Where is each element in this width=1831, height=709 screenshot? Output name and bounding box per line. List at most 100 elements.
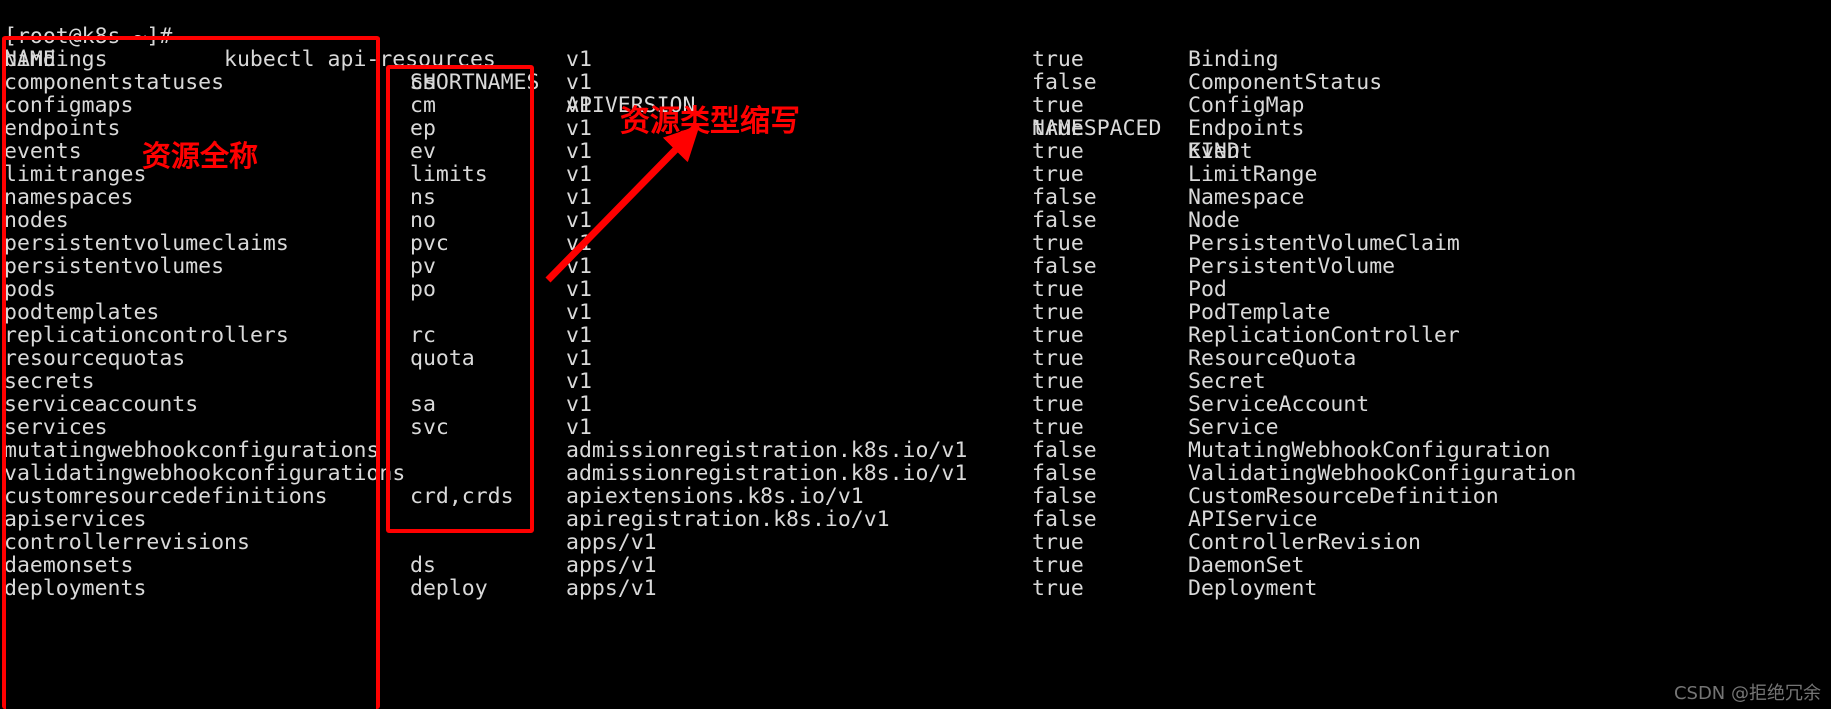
cell-apiversion: v1 [566,70,592,95]
cell-shortnames: crd,crds [410,484,514,509]
cell-kind: APIService [1188,507,1318,532]
cell-apiversion: v1 [566,277,592,302]
cell-shortnames: svc [410,415,449,440]
cell-kind: MutatingWebhookConfiguration [1188,438,1551,463]
cell-kind: Node [1188,208,1240,233]
cell-apiversion: v1 [566,392,592,417]
table-row: nodes no v1 false Node [0,209,1831,232]
cell-apiversion: admissionregistration.k8s.io/v1 [566,438,968,463]
table-row: persistentvolumes pv v1 false PersistentVolu… [0,255,1831,278]
cell-name: componentstatuses [4,70,225,95]
cell-apiversion: v1 [566,93,592,118]
cell-shortnames: deploy [410,576,488,601]
cell-apiversion: apps/v1 [566,530,657,555]
cell-apiversion: v1 [566,185,592,210]
cell-namespaced: true [1032,576,1084,601]
cell-name: mutatingwebhookconfigurations [4,438,380,463]
table-row: persistentvolumeclaims pvc v1 true Persisten… [0,232,1831,255]
cell-kind: CustomResourceDefinition [1188,484,1499,509]
table-row: namespaces ns v1 false Namespace [0,186,1831,209]
cell-name: persistentvolumeclaims [4,231,289,256]
cell-namespaced: true [1032,116,1084,141]
cell-apiversion: v1 [566,47,592,72]
cell-kind: ComponentStatus [1188,70,1383,95]
cell-shortnames: ev [410,139,436,164]
cell-apiversion: v1 [566,415,592,440]
cell-kind: Secret [1188,369,1266,394]
cell-name: secrets [4,369,95,394]
table-row: podtemplates v1 true PodTemplate [0,301,1831,324]
cell-shortnames: quota [410,346,475,371]
table-row: validatingwebhookconfigurations admission… [0,462,1831,485]
cell-apiversion: v1 [566,346,592,371]
table-row: configmaps cm v1 true ConfigMap [0,94,1831,117]
annotation-label-name: 资源全称 [142,139,259,173]
cell-namespaced: false [1032,185,1097,210]
cell-shortnames: pvc [410,231,449,256]
cell-kind: Deployment [1188,576,1318,601]
table-row: services svc v1 true Service [0,416,1831,439]
table-row: bindings v1 true Binding [0,48,1831,71]
cell-name: namespaces [4,185,134,210]
cell-namespaced: true [1032,346,1084,371]
cell-kind: Binding [1188,47,1279,72]
cell-kind: ServiceAccount [1188,392,1370,417]
table-row: daemonsets ds apps/v1 true DaemonSet [0,554,1831,577]
cell-name: pods [4,277,56,302]
cell-namespaced: true [1032,369,1084,394]
cell-kind: ConfigMap [1188,93,1305,118]
cell-namespaced: false [1032,507,1097,532]
cell-kind: Event [1188,139,1253,164]
cell-kind: ReplicationController [1188,323,1460,348]
cell-name: resourcequotas [4,346,186,371]
cell-kind: Pod [1188,277,1227,302]
cell-kind: PersistentVolumeClaim [1188,231,1460,256]
cell-apiversion: apps/v1 [566,553,657,578]
cell-namespaced: true [1032,231,1084,256]
cell-namespaced: true [1032,277,1084,302]
cell-name: validatingwebhookconfigurations [4,461,406,486]
cell-namespaced: true [1032,415,1084,440]
cell-kind: ControllerRevision [1188,530,1421,555]
table-row: secrets v1 true Secret [0,370,1831,393]
table-row: limitranges limits v1 true LimitRange [0,163,1831,186]
cell-name: controllerrevisions [4,530,250,555]
csdn-watermark: CSDN @拒绝冗余 [1673,683,1821,704]
cell-namespaced: true [1032,300,1084,325]
cell-namespaced: true [1032,323,1084,348]
cell-name: services [4,415,108,440]
table-row: serviceaccounts sa v1 true ServiceAccount [0,393,1831,416]
cell-shortnames: po [410,277,436,302]
cell-apiversion: v1 [566,369,592,394]
cell-name: replicationcontrollers [4,323,289,348]
cell-name: nodes [4,208,69,233]
cell-namespaced: true [1032,139,1084,164]
cell-namespaced: false [1032,70,1097,95]
cell-apiversion: v1 [566,254,592,279]
cell-kind: ResourceQuota [1188,346,1357,371]
cell-namespaced: false [1032,461,1097,486]
cell-shortnames: no [410,208,436,233]
cell-name: customresourcedefinitions [4,484,328,509]
table-row: deployments deploy apps/v1 true Deployment [0,577,1831,600]
cell-kind: DaemonSet [1188,553,1305,578]
cell-apiversion: v1 [566,116,592,141]
cell-kind: Endpoints [1188,116,1305,141]
cell-namespaced: true [1032,553,1084,578]
cell-namespaced: false [1032,254,1097,279]
cell-shortnames: limits [410,162,488,187]
cell-name: bindings [4,47,108,72]
cell-shortnames: cs [410,70,436,95]
cell-name: apiservices [4,507,147,532]
cell-apiversion: v1 [566,323,592,348]
cell-name: deployments [4,576,147,601]
cell-kind: ValidatingWebhookConfiguration [1188,461,1577,486]
cell-shortnames: ep [410,116,436,141]
cell-shortnames: sa [410,392,436,417]
table-row: apiservices apiregistration.k8s.io/v1 fals… [0,508,1831,531]
cell-namespaced: true [1032,392,1084,417]
cell-namespaced: false [1032,484,1097,509]
table-row: customresourcedefinitions crd,crds apiexte… [0,485,1831,508]
table-row: resourcequotas quota v1 true ResourceQuota [0,347,1831,370]
cell-apiversion: v1 [566,162,592,187]
